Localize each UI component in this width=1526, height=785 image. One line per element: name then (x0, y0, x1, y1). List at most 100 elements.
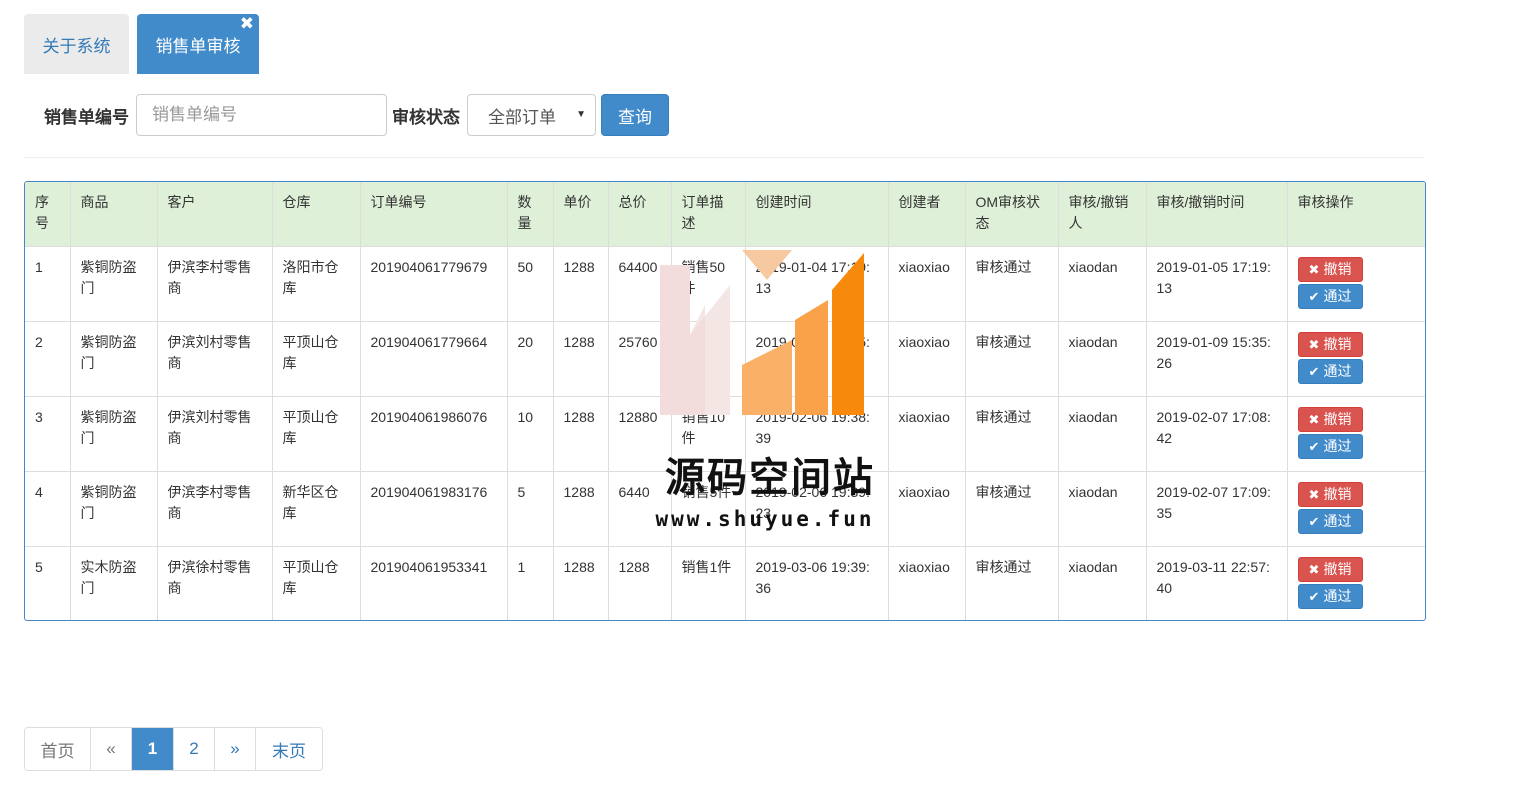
tab-bar: 关于系统 销售单审核 ✖ (24, 14, 267, 74)
revoke-button[interactable]: ✖ 撤销 (1297, 481, 1363, 507)
column-header: 总价 (608, 182, 672, 247)
warehouse-cell: 新华区仓库 (272, 471, 361, 547)
review-status-cell: 审核通过 (965, 246, 1059, 322)
quantity-cell: 20 (507, 321, 554, 397)
review-time-cell: 2019-01-09 15:35:26 (1146, 321, 1288, 397)
created-time-cell: 2019-03-06 19:39:36 (745, 546, 889, 620)
creator-cell: xiaoxiao (888, 471, 966, 547)
revoke-button[interactable]: ✖ 撤销 (1297, 256, 1363, 282)
quantity-cell: 10 (507, 396, 554, 472)
table-row: 1 紫铜防盗门 伊滨李村零售商 洛阳市仓库 201904061779679 50 1288 6… (25, 246, 1425, 322)
column-header: 审核操作 (1287, 182, 1425, 247)
review-status-cell: 审核通过 (965, 396, 1059, 472)
created-time-cell: 2019-02-06 19:38:39 (745, 396, 889, 472)
unit-price-cell: 1288 (553, 471, 609, 547)
review-time-cell: 2019-02-07 17:09:35 (1146, 471, 1288, 547)
review-status-cell: 审核通过 (965, 546, 1059, 620)
times-icon: ✖ (1308, 486, 1320, 502)
revoke-button[interactable]: ✖ 撤销 (1297, 406, 1363, 432)
description-cell: 销售20件 (671, 321, 746, 397)
reviewer-cell: xiaodan (1058, 396, 1147, 472)
quantity-cell: 1 (507, 546, 554, 620)
page-prev[interactable]: « (91, 728, 132, 770)
review-status-value: 全部订单 (488, 107, 556, 127)
column-header: 订单描述 (671, 182, 746, 247)
total-price-cell: 64400 (608, 246, 672, 322)
customer-cell: 伊滨刘村零售商 (157, 396, 273, 472)
reviewer-cell: xiaodan (1058, 321, 1147, 397)
order-id-cell: 201904061983176 (360, 471, 508, 547)
column-header: 序号 (25, 182, 71, 247)
approve-button[interactable]: ✔ 通过 (1297, 358, 1363, 384)
approve-label: 通过 (1323, 437, 1352, 454)
revoke-button[interactable]: ✖ 撤销 (1297, 556, 1363, 582)
page-first[interactable]: 首页 (25, 728, 91, 770)
page-1[interactable]: 1 (132, 728, 174, 770)
revoke-label: 撤销 (1323, 560, 1352, 577)
total-price-cell: 1288 (608, 546, 672, 620)
query-button[interactable]: 查询 (601, 94, 669, 136)
column-header: 审核/撤销时间 (1146, 182, 1288, 247)
search-form: 销售单编号 审核状态 全部订单 ▼ 查询 (24, 74, 1425, 158)
review-actions-cell: ✖ 撤销 ✔ 通过 (1287, 396, 1425, 472)
review-status-label: 审核状态 (392, 108, 460, 127)
unit-price-cell: 1288 (553, 246, 609, 322)
page-2[interactable]: 2 (174, 728, 215, 770)
tab-label: 关于系统 (42, 36, 111, 56)
column-header: 创建者 (888, 182, 966, 247)
tab-sales-order-review[interactable]: 销售单审核 ✖ (137, 14, 259, 74)
order-id-cell: 201904061779679 (360, 246, 508, 322)
reviewer-cell: xiaodan (1058, 546, 1147, 620)
review-actions-cell: ✖ 撤销 ✔ 通过 (1287, 546, 1425, 620)
customer-cell: 伊滨徐村零售商 (157, 546, 273, 620)
unit-price-cell: 1288 (553, 396, 609, 472)
column-header: 客户 (157, 182, 273, 247)
product-cell: 实木防盗门 (70, 546, 158, 620)
total-price-cell: 25760 (608, 321, 672, 397)
order-number-input[interactable] (136, 94, 387, 136)
total-price-cell: 12880 (608, 396, 672, 472)
approve-button[interactable]: ✔ 通过 (1297, 583, 1363, 609)
page-next[interactable]: » (215, 728, 256, 770)
unit-price-cell: 1288 (553, 321, 609, 397)
approve-button[interactable]: ✔ 通过 (1297, 283, 1363, 309)
quantity-cell: 50 (507, 246, 554, 322)
reviewer-cell: xiaodan (1058, 246, 1147, 322)
approve-label: 通过 (1323, 512, 1352, 529)
table-row: 4 紫铜防盗门 伊滨李村零售商 新华区仓库 201904061983176 5 1288 64… (25, 471, 1425, 547)
page-last[interactable]: 末页 (256, 728, 322, 770)
customer-cell: 伊滨李村零售商 (157, 471, 273, 547)
product-cell: 紫铜防盗门 (70, 246, 158, 322)
unit-price-cell: 1288 (553, 546, 609, 620)
approve-button[interactable]: ✔ 通过 (1297, 433, 1363, 459)
warehouse-cell: 平顶山仓库 (272, 396, 361, 472)
product-cell: 紫铜防盗门 (70, 321, 158, 397)
revoke-label: 撤销 (1323, 410, 1352, 427)
created-time-cell: 2019-02-06 19:39:23 (745, 471, 889, 547)
review-actions-cell: ✖ 撤销 ✔ 通过 (1287, 321, 1425, 397)
row-number: 1 (25, 246, 71, 322)
created-time-cell: 2019-01-06 15:35:26 (745, 321, 889, 397)
check-icon: ✔ (1308, 288, 1320, 304)
close-icon[interactable]: ✖ (240, 15, 254, 32)
customer-cell: 伊滨刘村零售商 (157, 321, 273, 397)
check-icon: ✔ (1308, 438, 1320, 454)
approve-label: 通过 (1323, 362, 1352, 379)
review-time-cell: 2019-02-07 17:08:42 (1146, 396, 1288, 472)
check-icon: ✔ (1308, 513, 1320, 529)
total-price-cell: 6440 (608, 471, 672, 547)
tab-about-system[interactable]: 关于系统 (24, 14, 129, 74)
approve-button[interactable]: ✔ 通过 (1297, 508, 1363, 534)
review-time-cell: 2019-01-05 17:19:13 (1146, 246, 1288, 322)
review-actions-cell: ✖ 撤销 ✔ 通过 (1287, 471, 1425, 547)
row-number: 5 (25, 546, 71, 620)
review-status-cell: 审核通过 (965, 471, 1059, 547)
product-cell: 紫铜防盗门 (70, 396, 158, 472)
table-row: 5 实木防盗门 伊滨徐村零售商 平顶山仓库 201904061953341 1 1288 12… (25, 546, 1425, 620)
description-cell: 销售1件 (671, 546, 746, 620)
product-cell: 紫铜防盗门 (70, 471, 158, 547)
review-status-select[interactable]: 全部订单 ▼ (467, 94, 596, 136)
column-header: 数量 (507, 182, 554, 247)
column-header: OM审核状态 (965, 182, 1059, 247)
revoke-button[interactable]: ✖ 撤销 (1297, 331, 1363, 357)
